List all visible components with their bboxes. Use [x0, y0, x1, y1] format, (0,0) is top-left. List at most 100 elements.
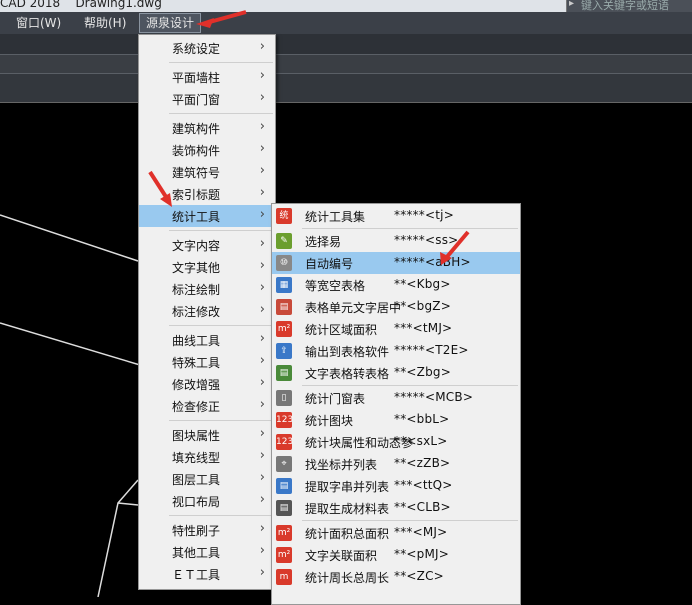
menu-item[interactable]: 平面墙柱 ›	[139, 66, 275, 88]
submenu-item[interactable]: ⌖ 找坐标并列表 **<zZB>	[272, 453, 520, 475]
submenu-item-label: 统计区域面积	[305, 323, 378, 337]
file-tabs-bar	[0, 74, 692, 103]
chevron-right-icon: ›	[259, 163, 265, 178]
menu-item[interactable]: 建筑构件 ›	[139, 117, 275, 139]
menu-item-label: 建筑符号	[172, 166, 221, 180]
submenu-item-label: 输出到表格软件	[305, 345, 390, 359]
menu-item[interactable]: 图块属性 ›	[139, 424, 275, 446]
window-title: CAD 2018 Drawing1.dwg	[0, 0, 162, 10]
area-stats-icon: m²	[276, 321, 292, 337]
search-box[interactable]: ▸ 键入关键字或短语	[566, 0, 692, 12]
menu-item[interactable]: 曲线工具 ›	[139, 329, 275, 351]
menu-separator	[169, 420, 273, 421]
submenu-item[interactable]: 123 统计块属性和动态参 **<sxL>	[272, 431, 520, 453]
chevron-right-icon: ›	[259, 141, 265, 156]
menu-item[interactable]: 检查修正 ›	[139, 395, 275, 417]
menu-item[interactable]: 其他工具 ›	[139, 541, 275, 563]
submenu-item[interactable]: ⑩ 自动编号 *****<aBH>	[272, 252, 520, 274]
submenu-item[interactable]: ⇪ 输出到表格软件 *****<T2E>	[272, 340, 520, 362]
submenu-item[interactable]: ▤ 文字表格转表格 **<Zbg>	[272, 362, 520, 384]
chevron-right-icon: ›	[259, 375, 265, 390]
menu-item[interactable]: 标注修改 ›	[139, 300, 275, 322]
submenu-item-shortcut: ***<tMJ>	[394, 321, 453, 335]
menu-item[interactable]: ＥＴ工具 ›	[139, 563, 275, 585]
menu-item-label: 图块属性	[172, 429, 221, 443]
menu-item[interactable]: 建筑符号 ›	[139, 161, 275, 183]
menu-item-label: 曲线工具	[172, 334, 221, 348]
submenu-item-shortcut: **<pMJ>	[394, 547, 450, 561]
submenu-item[interactable]: ▤ 表格单元文字居中 **<bgZ>	[272, 296, 520, 318]
menu-item-label: 系统设定	[172, 42, 221, 56]
submenu-item-shortcut: **<sxL>	[394, 434, 448, 448]
submenu-separator	[302, 228, 518, 229]
menu-item-label: 平面墙柱	[172, 71, 221, 85]
stats-toolset-icon: 统	[276, 208, 292, 224]
chevron-right-icon: ›	[259, 426, 265, 441]
menu-item[interactable]: 文字其他 ›	[139, 256, 275, 278]
menu-item[interactable]: 装饰构件 ›	[139, 139, 275, 161]
select-easy-icon: ✎	[276, 233, 292, 249]
menu-item[interactable]: 填充线型 ›	[139, 446, 275, 468]
menu-item[interactable]: 视口布局 ›	[139, 490, 275, 512]
submenu-item-shortcut: **<Kbg>	[394, 277, 451, 291]
submenu-item[interactable]: m² 文字关联面积 **<pMJ>	[272, 544, 520, 566]
menu-item[interactable]: 系统设定 ›	[139, 37, 275, 59]
menu-separator	[169, 515, 273, 516]
menu-item[interactable]: 统计工具 ›	[139, 205, 275, 227]
material-table-icon: ▤	[276, 500, 292, 516]
menu-help[interactable]: 帮助(H)	[78, 14, 132, 32]
menu-item-label: 其他工具	[172, 546, 221, 560]
submenu-item[interactable]: m² 统计区域面积 ***<tMJ>	[272, 318, 520, 340]
submenu-item-shortcut: *****<tj>	[394, 208, 454, 222]
submenu-item-shortcut: *****<aBH>	[394, 255, 471, 269]
menu-item-label: 标注绘制	[172, 283, 221, 297]
submenu-item[interactable]: ✎ 选择易 *****<ss>	[272, 230, 520, 252]
search-placeholder: 键入关键字或短语	[581, 0, 669, 12]
menu-separator	[169, 113, 273, 114]
submenu-item-label: 统计门窗表	[305, 392, 366, 406]
chevron-right-icon: ›	[259, 302, 265, 317]
submenu-item[interactable]: ▤ 提取字串并列表 ***<ttQ>	[272, 475, 520, 497]
menu-item[interactable]: 图层工具 ›	[139, 468, 275, 490]
submenu-item-label: 提取生成材料表	[305, 502, 390, 516]
chevron-right-icon: ›	[259, 470, 265, 485]
menu-item-label: 建筑构件	[172, 122, 221, 136]
submenu-item-label: 统计工具集	[305, 210, 366, 224]
submenu-item-label: 文字表格转表格	[305, 367, 390, 381]
submenu-item[interactable]: 123 统计图块 **<bbL>	[272, 409, 520, 431]
chevron-right-icon: ›	[259, 207, 265, 222]
menu-item[interactable]: 平面门窗 ›	[139, 88, 275, 110]
menu-window[interactable]: 窗口(W)	[10, 14, 67, 32]
submenu-item[interactable]: m 统计周长总周长 **<ZC>	[272, 566, 520, 588]
chevron-right-icon: ›	[259, 90, 265, 105]
submenu-item-shortcut: **<bgZ>	[394, 299, 451, 313]
submenu-item[interactable]: ▯ 统计门窗表 *****<MCB>	[272, 387, 520, 409]
submenu-item[interactable]: ▦ 等宽空表格 **<Kbg>	[272, 274, 520, 296]
menu-yuanquan-design[interactable]: 源泉设计	[139, 13, 202, 33]
menu-item[interactable]: 特殊工具 ›	[139, 351, 275, 373]
menu-separator	[169, 325, 273, 326]
submenu-item-label: 文字关联面积	[305, 549, 378, 563]
chevron-right-icon: ›	[259, 258, 265, 273]
menu-item[interactable]: 特性刷子 ›	[139, 519, 275, 541]
submenu-item-label: 等宽空表格	[305, 279, 366, 293]
submenu-item[interactable]: m² 统计面积总面积 ***<MJ>	[272, 522, 520, 544]
table-icon: ▦	[276, 277, 292, 293]
submenu-item-label: 统计周长总周长	[305, 571, 390, 585]
menu-item[interactable]: 标注绘制 ›	[139, 278, 275, 300]
menu-item-label: 修改增强	[172, 378, 221, 392]
chevron-right-icon: ›	[259, 397, 265, 412]
menu-item[interactable]: 修改增强 ›	[139, 373, 275, 395]
menu-item-label: 文字其他	[172, 261, 221, 275]
submenu-item-label: 提取字串并列表	[305, 480, 390, 494]
menu-item[interactable]: 索引标题 ›	[139, 183, 275, 205]
submenu-item[interactable]: ▤ 提取生成材料表 **<CLB>	[272, 497, 520, 519]
block-count-icon: 123	[276, 412, 293, 428]
title-bar: CAD 2018 Drawing1.dwg ▸ 键入关键字或短语	[0, 0, 692, 12]
menu-item[interactable]: 文字内容 ›	[139, 234, 275, 256]
yuanquan-menu: 系统设定 › 平面墙柱 › 平面门窗 › 建筑构件 › 装饰构件 › 建筑符号 › 索引标题 › 统计工具 ›…	[138, 34, 276, 590]
submenu-item[interactable]: 统统计工具集 *****<tj>	[272, 205, 520, 227]
table-center-icon: ▤	[276, 299, 292, 315]
chevron-right-icon: ›	[259, 280, 265, 295]
menu-item-label: 视口布局	[172, 495, 221, 509]
